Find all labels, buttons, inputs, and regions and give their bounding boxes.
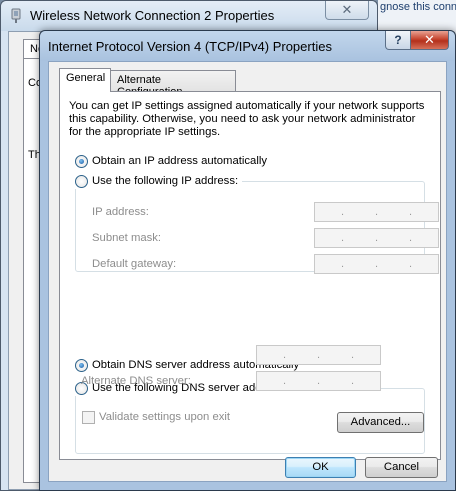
subnet-mask-input[interactable]: ... [314, 228, 439, 248]
ip-octet-separator: . [283, 349, 287, 361]
close-button[interactable]: ✕ [410, 31, 449, 50]
tab-alternate-configuration[interactable]: Alternate Configuration [110, 70, 236, 98]
dialog-client-area: General Alternate Configuration You can … [48, 61, 447, 482]
alternate-dns-input[interactable]: ... [256, 371, 381, 391]
dialog-titlebar[interactable]: Internet Protocol Version 4 (TCP/IPv4) P… [40, 31, 455, 61]
default-gateway-value: ... [341, 258, 412, 270]
ip-address-value: ... [341, 206, 412, 218]
ip-octet-separator: . [350, 375, 354, 387]
background-window-titlebar[interactable]: Wireless Network Connection 2 Properties… [1, 1, 377, 31]
ip-octet-separator: . [374, 258, 379, 270]
ip-octet-separator: . [316, 375, 321, 387]
ip-octet-separator: . [316, 349, 321, 361]
help-button[interactable]: ? [385, 31, 411, 50]
advanced-button[interactable]: Advanced... [337, 412, 424, 433]
alternate-dns-label: Alternate DNS server: [81, 375, 191, 387]
intro-text: You can get IP settings assigned automat… [69, 100, 425, 138]
ok-button[interactable]: OK [285, 457, 356, 478]
network-adapter-icon [11, 8, 21, 23]
tab-general[interactable]: General [59, 68, 111, 92]
alternate-dns-value: ... [283, 375, 354, 387]
ip-octet-separator: . [374, 206, 379, 218]
ip-octet-separator: . [341, 232, 345, 244]
ip-address-input[interactable]: ... [314, 202, 439, 222]
diagnose-link-fragment[interactable]: gnose this conn [378, 0, 456, 20]
subnet-mask-value: ... [341, 232, 412, 244]
general-tab-panel: You can get IP settings assigned automat… [59, 91, 441, 460]
ip-octet-separator: . [283, 375, 287, 387]
ip-octet-separator: . [408, 206, 412, 218]
ip-octet-separator: . [341, 206, 345, 218]
validate-settings-checkbox[interactable] [82, 410, 95, 424]
ip-address-label: IP address: [92, 206, 149, 218]
ipv4-properties-dialog: Internet Protocol Version 4 (TCP/IPv4) P… [39, 30, 456, 491]
use-following-ip-option[interactable]: Use the following IP address: [75, 173, 243, 189]
obtain-ip-automatically-radio[interactable] [75, 154, 88, 168]
background-window-close-button[interactable]: ✕ [325, 1, 369, 20]
ip-octet-separator: . [374, 232, 379, 244]
preferred-dns-value: ... [283, 349, 354, 361]
default-gateway-input[interactable]: ... [314, 254, 439, 274]
ip-address-group: IP address: ... Subnet mask: ... Default… [75, 181, 439, 274]
ip-octet-separator: . [350, 349, 354, 361]
obtain-dns-automatically-radio[interactable] [75, 358, 88, 372]
obtain-ip-automatically-label: Obtain an IP address automatically [92, 155, 267, 167]
cancel-button[interactable]: Cancel [365, 457, 438, 478]
use-following-ip-label: Use the following IP address: [92, 175, 239, 187]
default-gateway-label: Default gateway: [92, 258, 177, 270]
ip-octet-separator: . [408, 232, 412, 244]
validate-settings-label: Validate settings upon exit [99, 411, 231, 423]
ip-octet-separator: . [341, 258, 345, 270]
use-following-ip-radio[interactable] [75, 174, 88, 188]
validate-settings-option[interactable]: Validate settings upon exit [82, 409, 230, 425]
subnet-mask-label: Subnet mask: [92, 232, 162, 244]
ip-octet-separator: . [408, 258, 412, 270]
dialog-title: Internet Protocol Version 4 (TCP/IPv4) P… [48, 39, 332, 54]
obtain-ip-automatically-option[interactable]: Obtain an IP address automatically [75, 153, 267, 169]
background-window-title: Wireless Network Connection 2 Properties [30, 8, 275, 23]
preferred-dns-input[interactable]: ... [256, 345, 381, 365]
